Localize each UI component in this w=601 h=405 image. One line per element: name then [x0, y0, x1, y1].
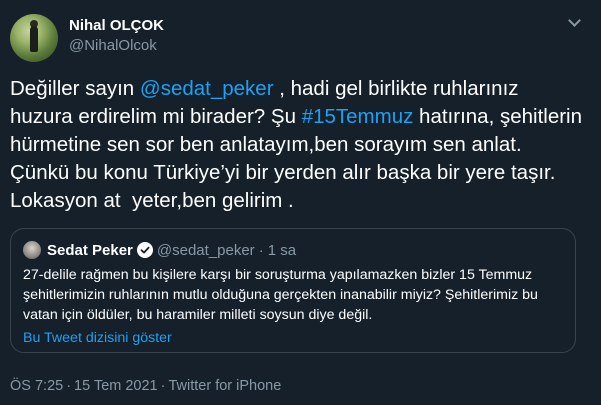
tweet-date[interactable]: 15 Tem 2021: [74, 378, 158, 394]
meta-separator: ·: [160, 378, 166, 394]
verified-badge-icon: [136, 242, 153, 258]
author-avatar[interactable]: [10, 14, 58, 62]
tweet-text-part1: Değiller sayın: [10, 77, 140, 100]
hashtag-link[interactable]: #15Temmuz: [302, 105, 414, 128]
quoted-tweet-header: Sedat Peker @sedat_peker · 1 sa: [23, 240, 296, 260]
meta-separator: ·: [66, 378, 72, 394]
tweet-meta: ÖS 7:25 · 15 Tem 2021 · Twitter for iPhone: [10, 378, 281, 394]
tweet-source[interactable]: Twitter for iPhone: [168, 378, 281, 394]
more-options-button[interactable]: [563, 13, 585, 30]
tweet-text: Değiller sayın @sedat_peker , hadi gel b…: [10, 75, 585, 215]
author-name[interactable]: Nihal OLÇOK: [69, 17, 164, 34]
mention-link[interactable]: @sedat_peker: [140, 77, 274, 100]
quoted-tweet-text: 27-delile rağmen bu kişilere karşı bir s…: [23, 267, 538, 323]
quoted-author-handle: @sedat_peker: [156, 241, 255, 259]
quoted-author-name: Sedat Peker: [47, 241, 133, 259]
author-handle[interactable]: @NihalOlcok: [69, 37, 157, 54]
chevron-down-icon: [567, 13, 581, 27]
quoted-author-avatar: [23, 241, 41, 259]
show-thread-link[interactable]: Bu Tweet dizisini göster: [23, 330, 172, 346]
tweet-time[interactable]: ÖS 7:25: [10, 378, 63, 394]
separator-dot: ·: [258, 241, 264, 259]
tweet-header: Nihal OLÇOK @NihalOlcok: [10, 10, 591, 62]
quoted-tweet-time: 1 sa: [267, 241, 297, 259]
quoted-tweet[interactable]: Sedat Peker @sedat_peker · 1 sa 27-delil…: [10, 228, 576, 353]
